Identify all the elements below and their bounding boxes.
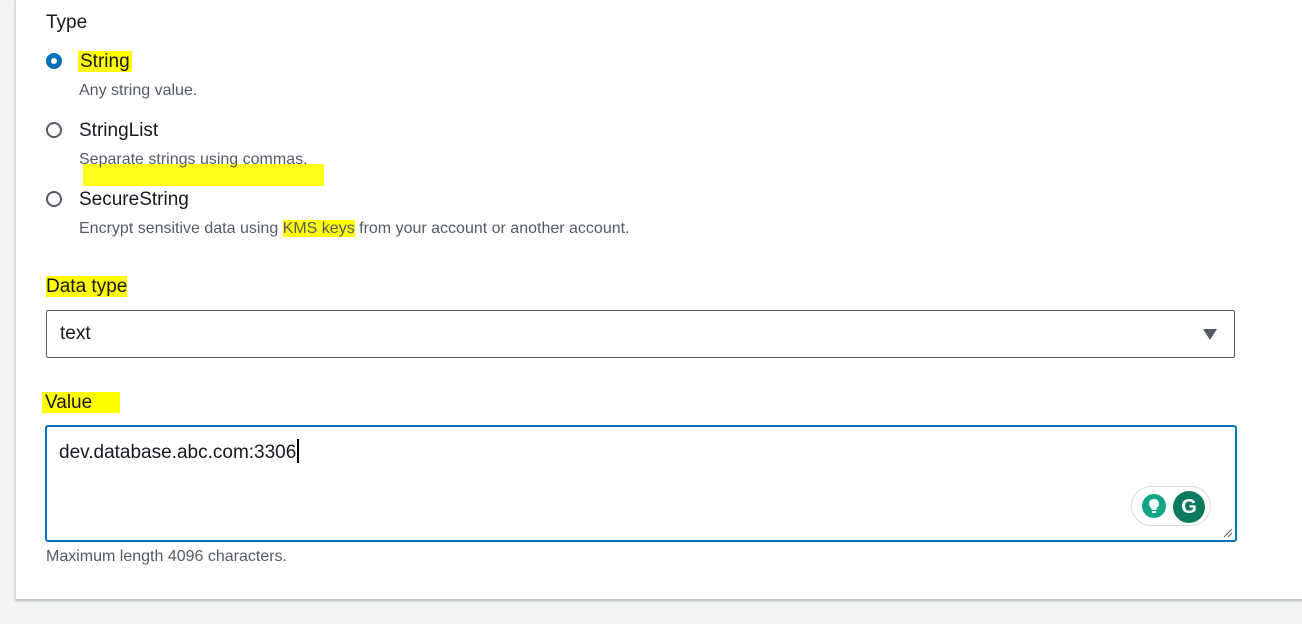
value-label: Value	[42, 392, 121, 414]
value-text: dev.database.abc.com:3306	[59, 439, 300, 464]
radio-securestring[interactable]	[46, 191, 62, 207]
grammarly-logo-icon[interactable]: G	[1173, 491, 1205, 523]
type-option-string[interactable]: String Any string value.	[46, 51, 446, 102]
option-label-stringlist: StringList	[79, 120, 159, 141]
option-label-securestring: SecureString	[79, 189, 189, 210]
radio-stringlist[interactable]	[46, 122, 62, 138]
type-option-securestring[interactable]: SecureString Encrypt sensitive data usin…	[46, 189, 746, 245]
caret-down-icon[interactable]	[1203, 329, 1217, 340]
option-description-string: Any string value.	[79, 82, 198, 99]
data-type-selected-value: text	[60, 323, 91, 344]
data-type-select[interactable]: text	[46, 310, 1235, 358]
type-label: Type	[46, 12, 88, 33]
parameter-details-panel: Type String Any string value. StringList…	[15, 0, 1302, 600]
value-content: dev.database.abc.com:3306	[59, 442, 297, 463]
option-label-string: String	[78, 51, 132, 72]
value-label-text: Value	[42, 392, 121, 413]
value-textarea[interactable]: dev.database.abc.com:3306 G	[45, 425, 1237, 542]
radio-string[interactable]	[46, 53, 62, 69]
kms-keys-highlight: KMS keys	[282, 220, 355, 237]
grammarly-widget[interactable]: G	[1131, 486, 1211, 526]
option-description-securestring: Encrypt sensitive data using KMS keys fr…	[79, 220, 630, 238]
type-option-stringlist[interactable]: StringList Separate strings using commas…	[46, 120, 446, 186]
description-text-end: from your account or another account.	[354, 220, 630, 237]
value-constraint-text: Maximum length 4096 characters.	[46, 548, 287, 565]
text-cursor	[297, 439, 300, 463]
lightbulb-icon[interactable]	[1142, 494, 1166, 518]
resize-handle-icon[interactable]	[1223, 528, 1233, 538]
data-type-label: Data type	[46, 276, 128, 298]
option-description-stringlist: Separate strings using commas.	[79, 151, 308, 168]
data-type-label-text: Data type	[46, 276, 128, 297]
description-text: Encrypt sensitive data using	[79, 220, 283, 237]
